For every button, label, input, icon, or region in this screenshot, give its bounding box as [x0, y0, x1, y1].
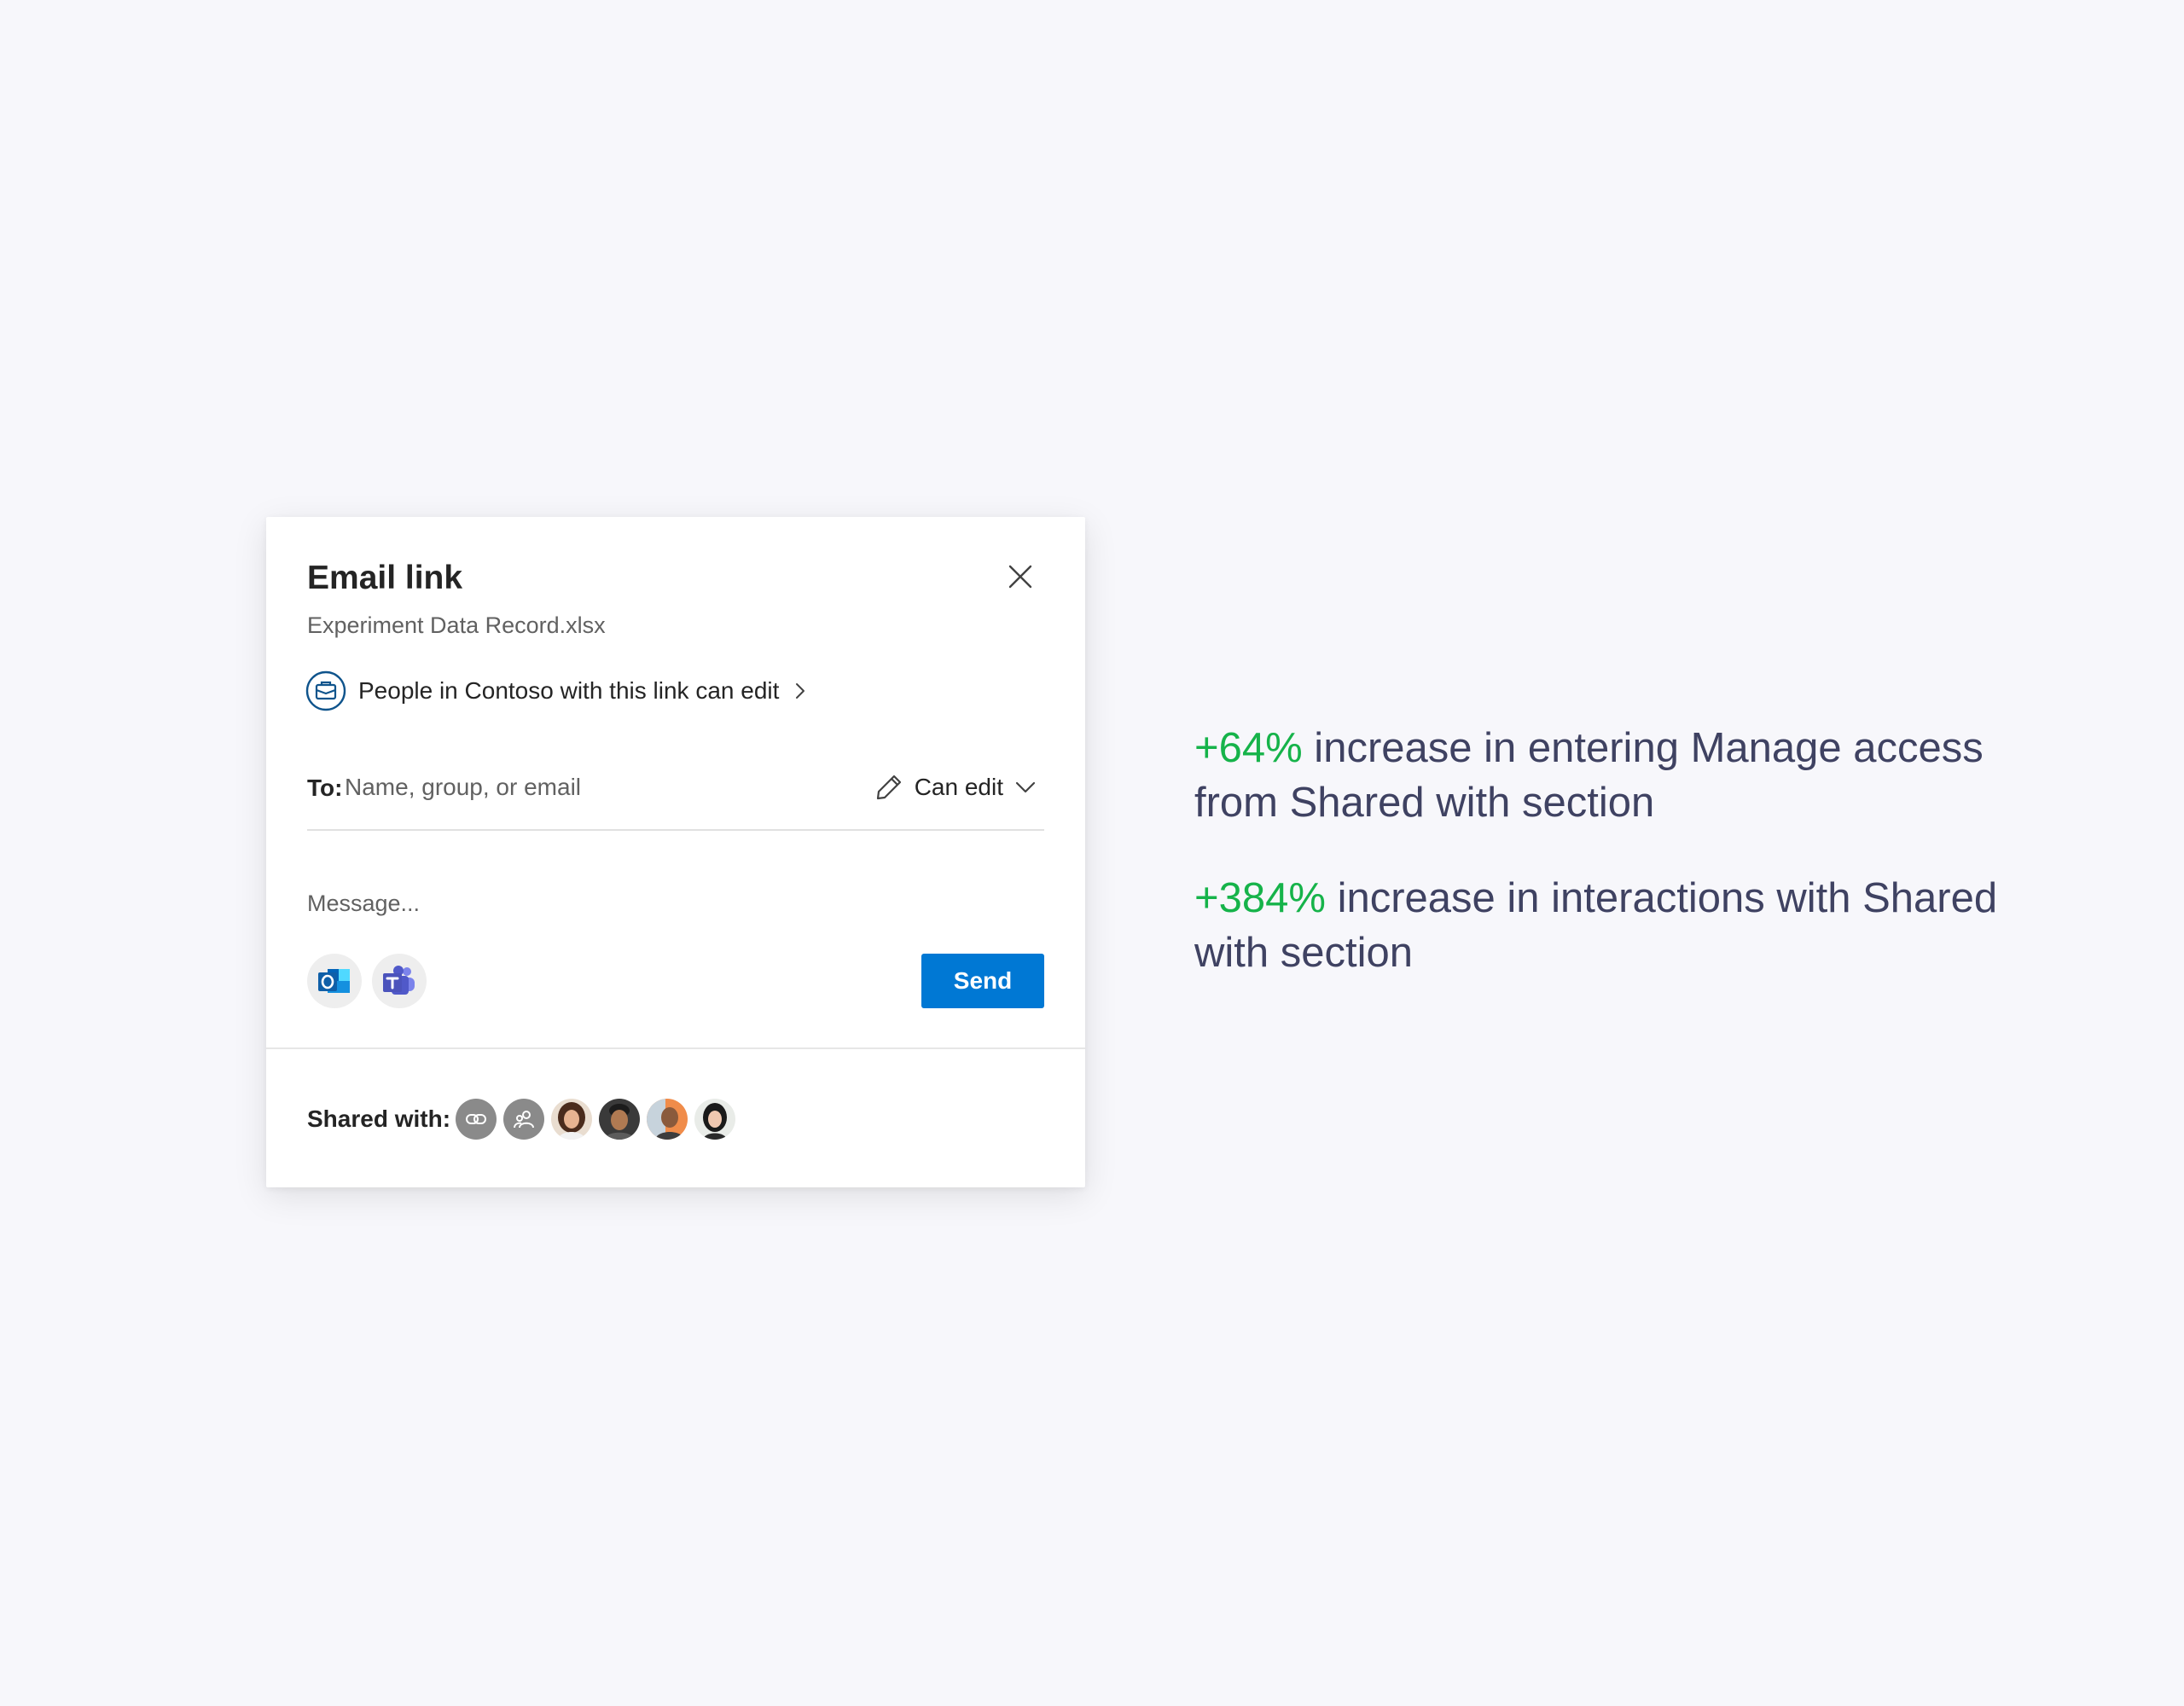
- to-field-row: To: Can edit: [307, 763, 1044, 831]
- pencil-icon: [876, 775, 901, 800]
- avatar[interactable]: [599, 1099, 640, 1140]
- shared-with-list: [456, 1099, 735, 1140]
- avatar[interactable]: [694, 1099, 735, 1140]
- permission-dropdown-label: Can edit: [914, 774, 1003, 800]
- teams-button[interactable]: [372, 954, 427, 1008]
- file-name: Experiment Data Record.xlsx: [307, 612, 606, 638]
- permission-description: People in Contoso with this link can edi…: [358, 677, 780, 704]
- to-label: To:: [307, 775, 343, 801]
- chevron-right-icon: [794, 682, 806, 700]
- message-input[interactable]: [307, 882, 1044, 925]
- section-divider: [266, 1047, 1085, 1049]
- briefcase-icon: [305, 670, 346, 711]
- teams-icon: [383, 966, 415, 995]
- permission-dropdown[interactable]: Can edit: [874, 768, 1037, 807]
- close-icon: [1008, 565, 1032, 589]
- stat-description: increase in entering Manage access from …: [1194, 725, 1984, 826]
- shared-link-avatar[interactable]: [456, 1099, 497, 1140]
- stats-panel: +64% increase in entering Manage access …: [1194, 721, 2048, 1021]
- send-button[interactable]: Send: [921, 954, 1044, 1008]
- chevron-down-icon: [1015, 781, 1036, 793]
- email-link-dialog: Email link Experiment Data Record.xlsx P…: [266, 517, 1085, 1187]
- avatar[interactable]: [647, 1099, 688, 1140]
- stat-interactions: +384% increase in interactions with Shar…: [1194, 871, 2048, 980]
- close-button[interactable]: [1002, 558, 1039, 595]
- dialog-title: Email link: [307, 560, 463, 596]
- shared-group-avatar[interactable]: [503, 1099, 544, 1140]
- outlook-button[interactable]: [307, 954, 362, 1008]
- stat-value: +384%: [1194, 875, 1326, 921]
- recipient-input[interactable]: [345, 768, 822, 807]
- stat-value: +64%: [1194, 725, 1303, 771]
- link-settings-button[interactable]: People in Contoso with this link can edi…: [305, 670, 806, 711]
- link-icon: [466, 1114, 486, 1124]
- shared-with-label: Shared with:: [307, 1105, 451, 1132]
- stat-manage-access: +64% increase in entering Manage access …: [1194, 721, 2048, 830]
- avatar[interactable]: [551, 1099, 592, 1140]
- people-icon: [514, 1111, 534, 1129]
- outlook-icon: [318, 969, 350, 993]
